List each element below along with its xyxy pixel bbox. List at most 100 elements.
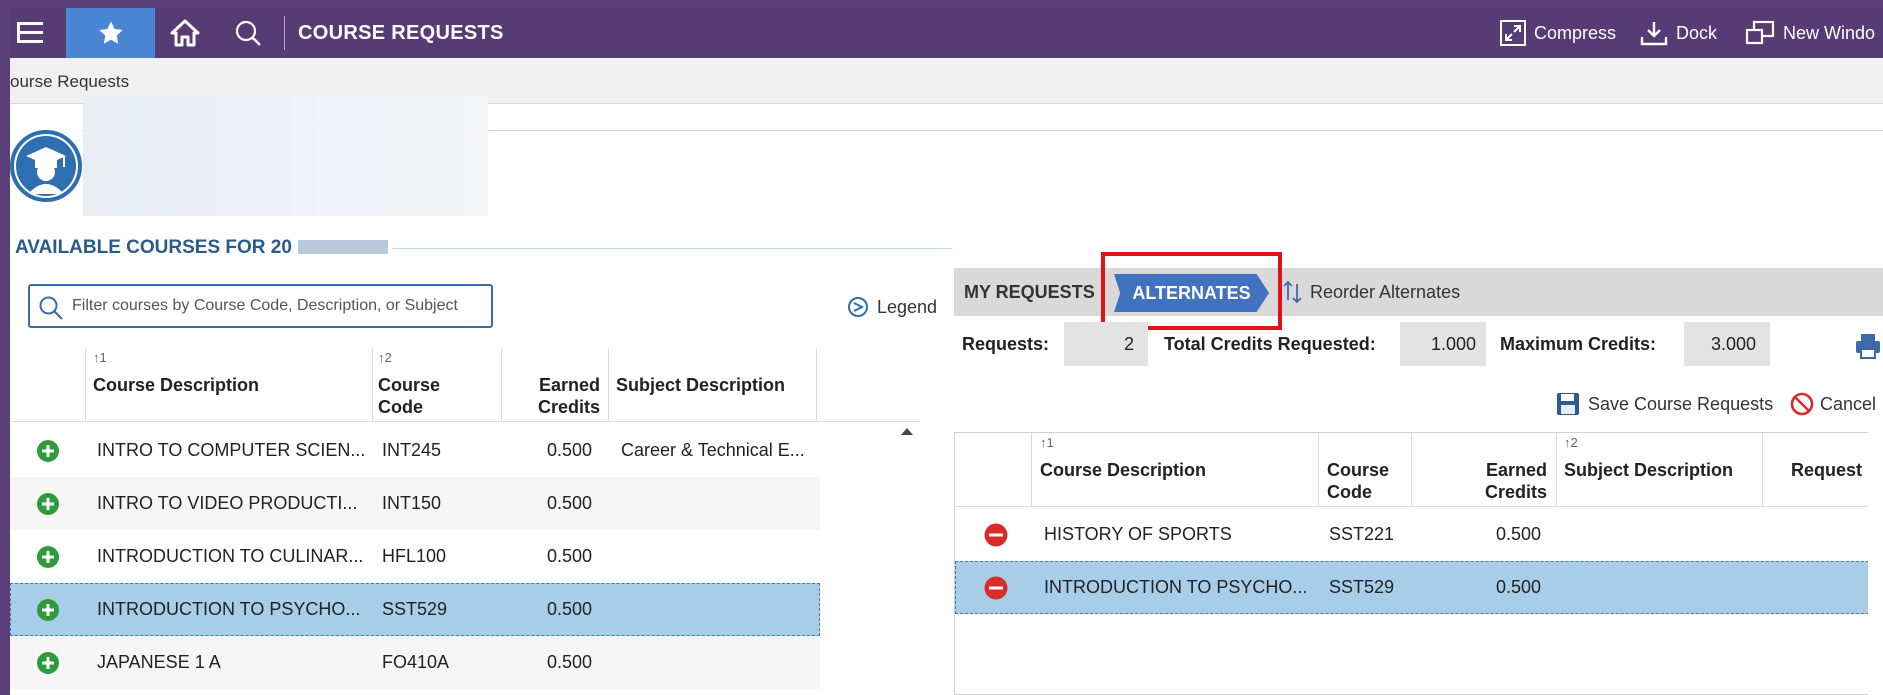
total-credits-label: Total Credits Requested: [1164, 334, 1376, 354]
requests-value: 2 [1064, 322, 1148, 366]
sort-indicator: ↑1 [1040, 435, 1054, 450]
column-divider [372, 348, 373, 422]
available-courses-grid: ↑1 Course Description ↑2 Course Code Ear… [10, 348, 920, 689]
reorder-alternates-button[interactable]: Reorder Alternates [1282, 280, 1460, 304]
column-divider [85, 348, 86, 422]
column-divider [1411, 433, 1412, 507]
course-code: SST221 [1329, 524, 1395, 544]
dock-label: Dock [1676, 22, 1718, 43]
cancel-icon [1790, 392, 1814, 416]
earned-credits: 0.500 [546, 652, 592, 672]
course-code: HFL100 [382, 546, 447, 566]
earned-credits: 0.500 [546, 440, 592, 460]
course-filter-input[interactable] [72, 294, 482, 318]
table-row[interactable]: INTRO TO COMPUTER SCIEN... INT245 0.500 … [10, 424, 820, 477]
redacted-year [298, 240, 388, 254]
save-icon [1557, 393, 1579, 415]
legend-label: Legend [877, 296, 938, 317]
column-header-subject-description[interactable]: Subject Description [616, 374, 785, 396]
course-code: FO410A [382, 652, 450, 672]
column-divider [1556, 433, 1557, 507]
column-header-course-description[interactable]: Course Description [93, 374, 259, 396]
reorder-label: Reorder Alternates [1310, 281, 1461, 302]
course-description: JAPANESE 1 A [97, 652, 221, 672]
add-course-icon[interactable] [36, 492, 60, 516]
column-header-course-code[interactable]: Course Code [1327, 459, 1407, 503]
column-header-earned-credits[interactable]: Earned Credits [1455, 459, 1547, 503]
column-divider [608, 348, 609, 422]
top-bar: COURSE REQUESTS Compress Dock New Windo [10, 8, 1883, 58]
earned-credits: 0.500 [1495, 577, 1541, 597]
hamburger-icon [17, 22, 43, 43]
home-button[interactable] [160, 8, 210, 58]
new-window-button[interactable]: New Windo [1745, 8, 1875, 58]
save-label: Save Course Requests [1588, 393, 1774, 414]
dock-icon [1640, 22, 1668, 46]
add-course-icon[interactable] [36, 545, 60, 569]
search-icon [235, 20, 261, 46]
column-header-subject-description[interactable]: Subject Description [1564, 459, 1733, 481]
redacted-student-name [83, 96, 488, 216]
tab-my-requests[interactable]: MY REQUESTS [964, 268, 1095, 316]
table-row[interactable]: INTRODUCTION TO CULINAR... HFL100 0.500 [10, 530, 820, 583]
add-course-icon[interactable] [36, 598, 60, 622]
table-row-selected[interactable]: INTRODUCTION TO PSYCHO... SST529 0.500 [10, 583, 820, 636]
earned-credits: 0.500 [546, 546, 592, 566]
earned-credits: 0.500 [546, 599, 592, 619]
search-button[interactable] [223, 8, 273, 58]
new-window-icon [1745, 20, 1775, 45]
save-course-requests-button[interactable]: Save Course Requests [1556, 392, 1773, 416]
highlight-annotation [1101, 252, 1282, 330]
maximum-credits-value: 3.000 [1684, 322, 1770, 366]
column-header-course-description[interactable]: Course Description [1040, 459, 1206, 481]
course-code: INT245 [382, 440, 442, 460]
column-header-earned-credits[interactable]: Earned Credits [510, 374, 600, 418]
page-title: COURSE REQUESTS [298, 22, 504, 44]
graduate-icon [16, 136, 76, 196]
star-icon [98, 21, 123, 44]
sort-indicator: ↑1 [93, 350, 107, 365]
compress-button[interactable]: Compress [1500, 8, 1616, 58]
filter-box [28, 284, 493, 328]
table-row-selected[interactable]: INTRODUCTION TO PSYCHO... SST529 0.500 [955, 561, 1883, 614]
course-description: HISTORY OF SPORTS [1044, 524, 1232, 544]
new-window-label: New Windo [1783, 22, 1876, 43]
remove-course-icon[interactable] [984, 576, 1008, 600]
table-row[interactable]: JAPANESE 1 A FO410A 0.500 [10, 636, 820, 689]
cancel-button[interactable]: Cancel [1790, 392, 1876, 416]
add-course-icon[interactable] [36, 439, 60, 463]
remove-course-icon[interactable] [984, 523, 1008, 547]
compress-icon [1500, 20, 1526, 46]
legend-button[interactable]: Legend [847, 296, 937, 318]
course-code: SST529 [1329, 577, 1395, 597]
menu-button[interactable] [10, 8, 50, 58]
print-icon[interactable] [1854, 332, 1882, 360]
column-header-course-code[interactable]: Course Code [378, 374, 468, 418]
column-header-request[interactable]: Request [1791, 459, 1862, 481]
course-description: INTRODUCTION TO PSYCHO... [97, 599, 361, 619]
request-stats: Requests: 2 Total Credits Requested: 1.0… [954, 322, 1883, 366]
scroll-up-arrow-icon[interactable] [901, 428, 913, 435]
grid-edge [1868, 432, 1883, 695]
grid-header: ↑1 Course Description ↑2 Course Code Ear… [10, 348, 920, 422]
grid-scrollbar[interactable] [895, 424, 919, 695]
table-row[interactable]: HISTORY OF SPORTS SST221 0.500 [955, 508, 1883, 561]
add-course-icon[interactable] [36, 651, 60, 675]
column-divider [501, 348, 502, 422]
breadcrumb-item[interactable]: ourse Requests [10, 72, 129, 92]
compress-label: Compress [1534, 22, 1617, 43]
table-row[interactable]: INTRO TO VIDEO PRODUCTI... INT150 0.500 [10, 477, 820, 530]
favorites-button[interactable] [66, 8, 155, 58]
earned-credits: 0.500 [1495, 524, 1541, 544]
course-code: INT150 [382, 493, 442, 513]
sort-indicator: ↑2 [1564, 435, 1578, 450]
search-icon [39, 296, 63, 320]
reorder-icon [1283, 280, 1302, 304]
available-courses-title: AVAILABLE COURSES FOR 20 [15, 237, 292, 258]
course-description: INTRO TO VIDEO PRODUCTI... [97, 493, 358, 513]
column-divider [1318, 433, 1319, 507]
column-divider [816, 348, 817, 422]
dock-button[interactable]: Dock [1640, 8, 1717, 58]
sort-indicator: ↑2 [378, 350, 392, 365]
cancel-label: Cancel [1820, 393, 1877, 414]
